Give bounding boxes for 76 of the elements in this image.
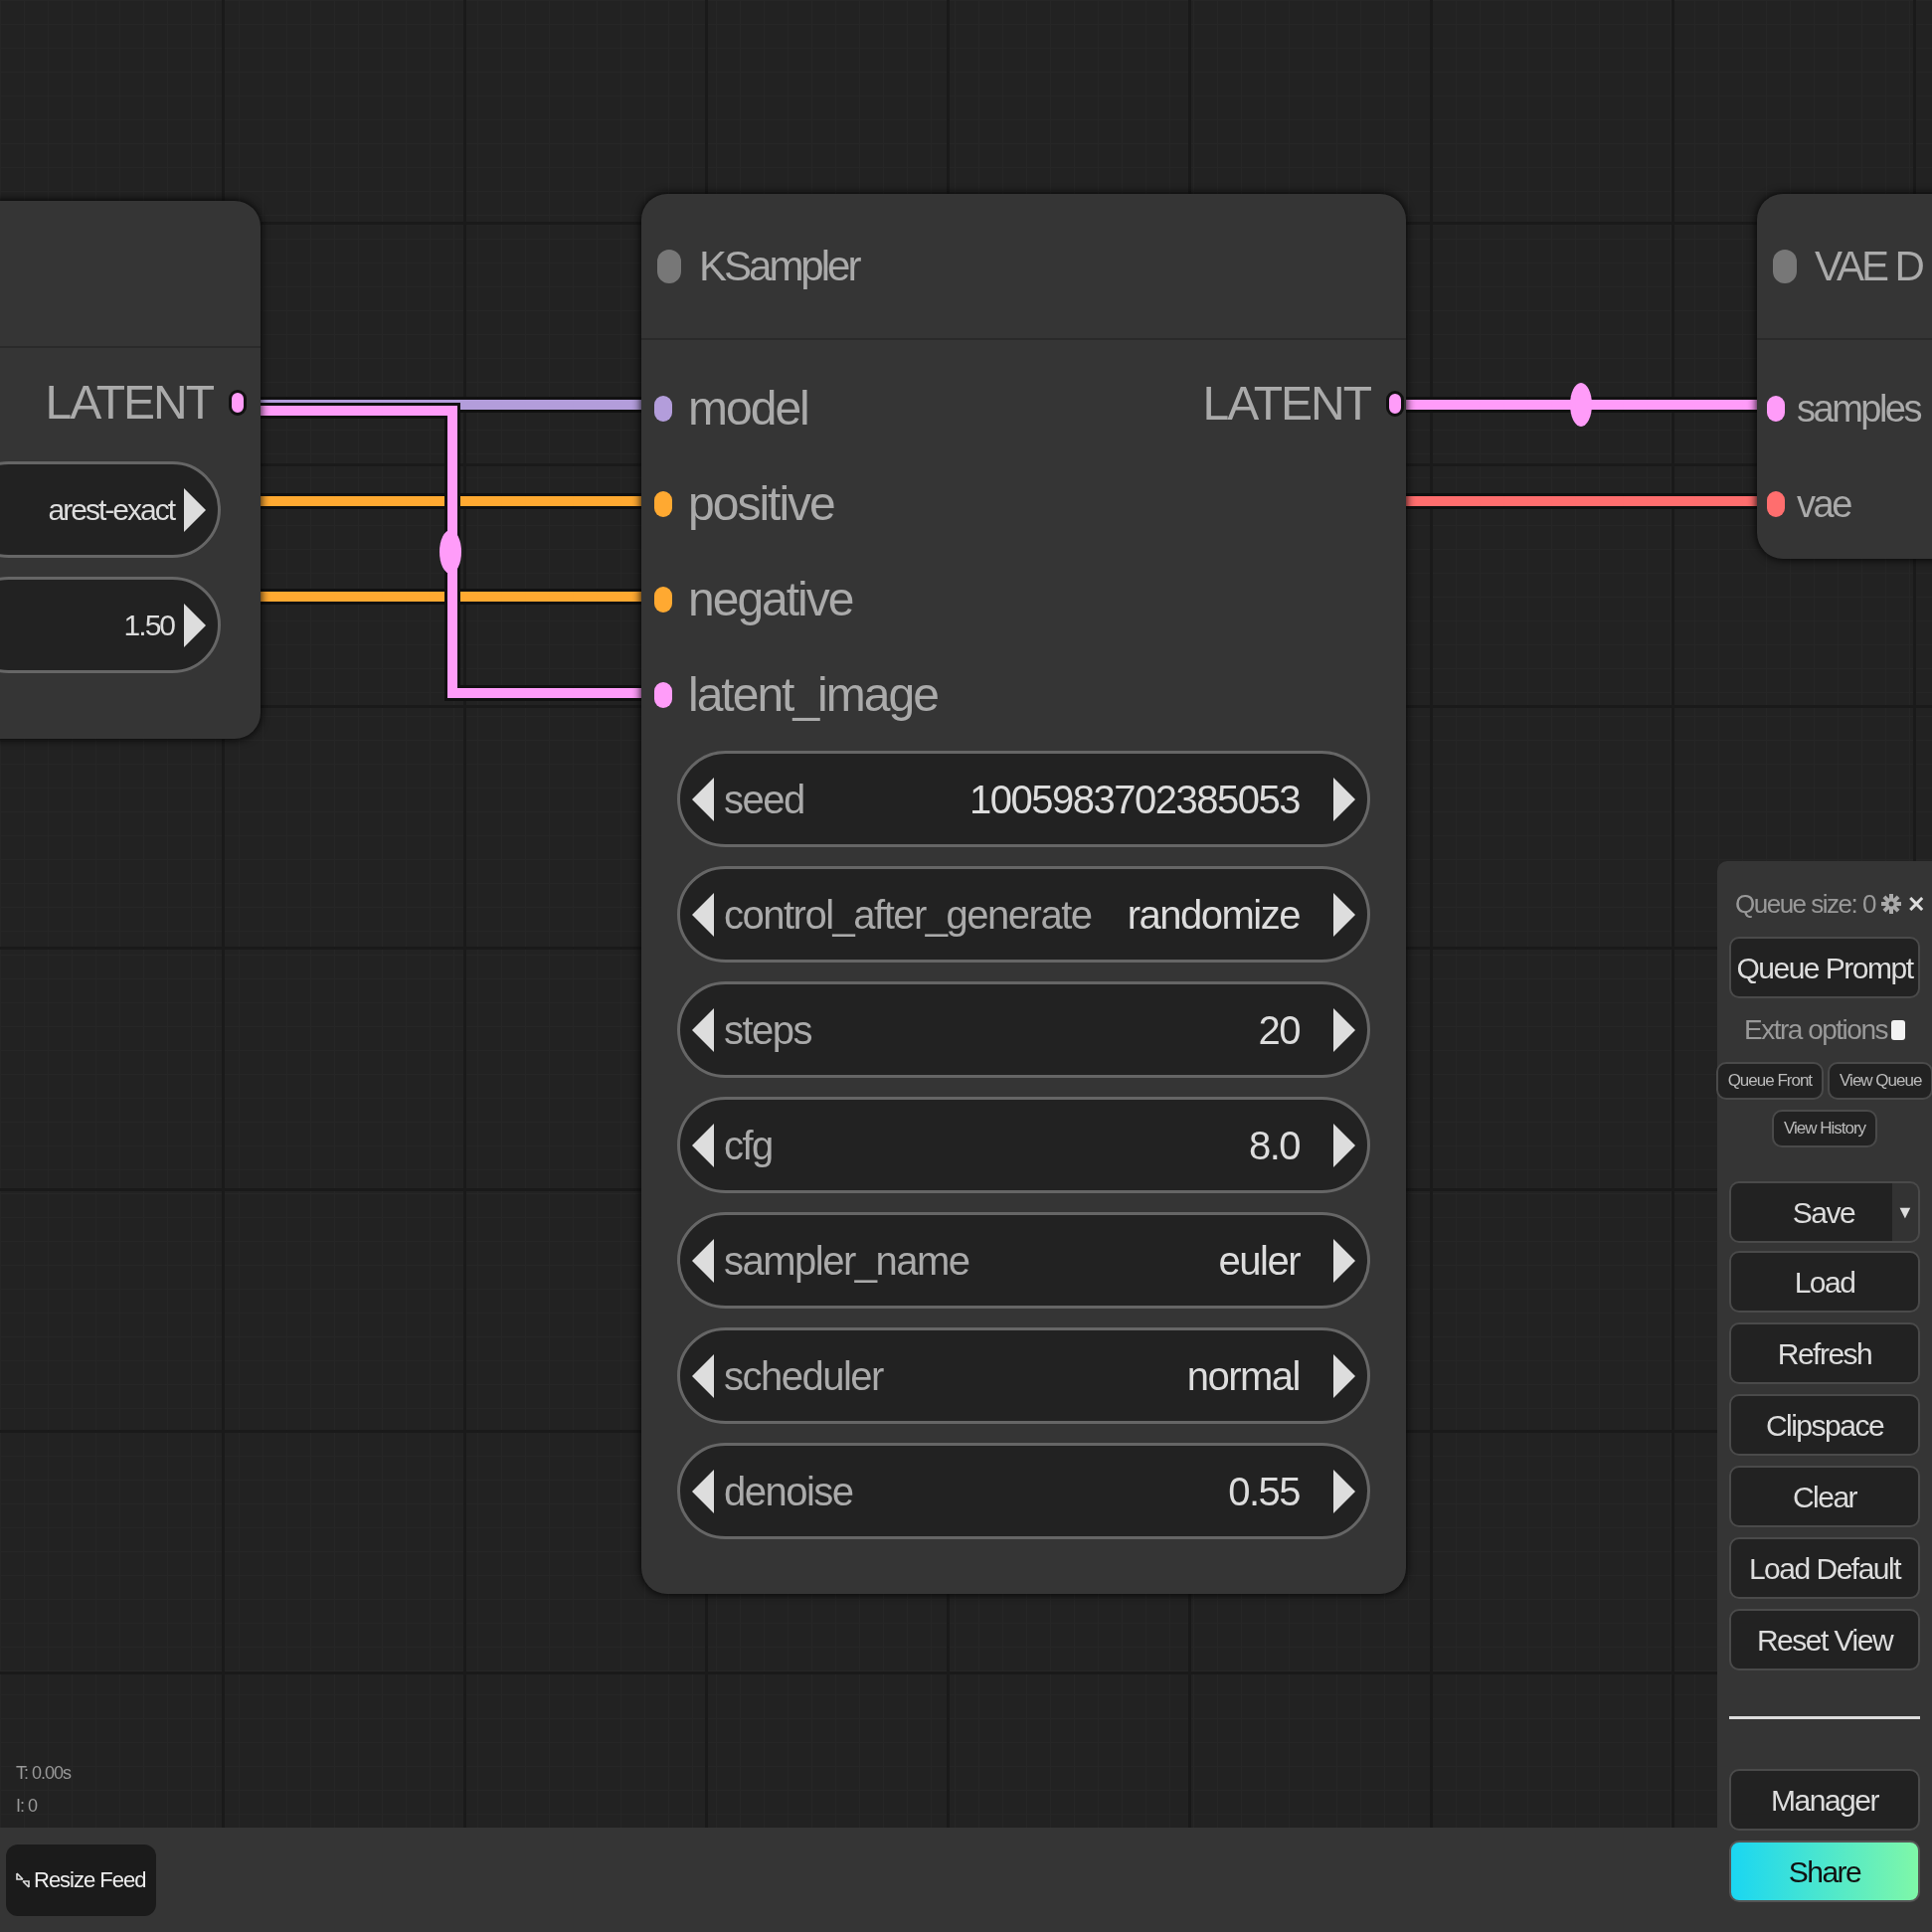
- node-title: KSampler: [699, 242, 859, 291]
- left-arrow-icon: [692, 1123, 714, 1167]
- widget-label: denoise: [724, 1468, 853, 1515]
- stats-text: I: 0: [16, 1795, 39, 1818]
- link-midpoint-dot[interactable]: [1570, 383, 1592, 427]
- left-arrow-icon: [692, 892, 714, 937]
- widget-label: seed: [724, 776, 804, 823]
- right-arrow-icon: [184, 487, 206, 532]
- widget-value: randomize: [1127, 891, 1300, 939]
- panel-button[interactable]: Load: [1729, 1251, 1920, 1313]
- left-arrow-icon: [692, 1238, 714, 1283]
- panel-button[interactable]: Load Default: [1729, 1537, 1920, 1599]
- left-arrow-icon: [692, 1353, 714, 1398]
- slot-label: vae: [1797, 481, 1850, 527]
- node-title: VAE D: [1815, 242, 1922, 291]
- right-arrow-icon: [1333, 1007, 1355, 1052]
- slot-label: positive: [688, 476, 834, 532]
- widget-value: 0.55: [1228, 1468, 1300, 1515]
- slot-label: samples: [1797, 386, 1920, 432]
- panel-button[interactable]: Clipspace: [1729, 1394, 1920, 1456]
- small-button[interactable]: Queue Front: [1715, 1062, 1825, 1100]
- resize-icon: [16, 1871, 30, 1888]
- widget-label: cfg: [724, 1122, 773, 1169]
- slot-label: LATENT: [1202, 376, 1370, 432]
- panel-button[interactable]: Reset View: [1729, 1609, 1920, 1670]
- widget-value: arest-exact: [48, 492, 174, 528]
- stats-text: T: 0.00s: [16, 1762, 72, 1785]
- panel-button[interactable]: Clear: [1729, 1466, 1920, 1527]
- slot-label: negative: [688, 572, 853, 627]
- extra-options-checkbox[interactable]: [1890, 1020, 1905, 1040]
- widget-label: sampler_name: [724, 1237, 969, 1285]
- left-arrow-icon: [692, 1007, 714, 1052]
- slot-label: LATENT: [45, 375, 213, 431]
- queue-prompt-button[interactable]: Queue Prompt: [1729, 937, 1920, 998]
- panel-button[interactable]: Refresh: [1729, 1322, 1920, 1384]
- widget-label: control_after_generate: [724, 891, 1092, 939]
- right-arrow-icon: [1333, 1123, 1355, 1167]
- settings-icon: [1880, 894, 1901, 914]
- right-arrow-icon: [184, 603, 206, 647]
- save-button[interactable]: Save: [1729, 1181, 1892, 1243]
- close-button[interactable]: ✕: [1906, 887, 1925, 921]
- slot-label: model: [688, 381, 808, 437]
- widget-value: 20: [1258, 1006, 1300, 1054]
- widget-field[interactable]: sampler_name euler: [677, 1212, 1370, 1309]
- small-button[interactable]: View Queue: [1828, 1062, 1932, 1100]
- slot-label: latent_image: [688, 667, 938, 723]
- widget-field[interactable]: steps 20: [677, 981, 1370, 1078]
- widget-label: scheduler: [724, 1352, 883, 1400]
- right-arrow-icon: [1333, 892, 1355, 937]
- widget-value: 1.50: [123, 608, 174, 643]
- extra-options-label: Extra options: [1744, 1013, 1887, 1047]
- widget-label: steps: [724, 1006, 812, 1054]
- left-arrow-icon: [692, 1469, 714, 1513]
- widget-value: euler: [1218, 1237, 1300, 1285]
- widget-value: 8.0: [1248, 1122, 1300, 1169]
- queue-size-text: Queue size: 0: [1735, 887, 1875, 921]
- manager-button[interactable]: Manager: [1729, 1769, 1920, 1831]
- small-button[interactable]: View History: [1771, 1110, 1878, 1147]
- widget-value: normal: [1186, 1352, 1300, 1400]
- resize-feed-button[interactable]: Resize Feed: [6, 1844, 156, 1916]
- widget-value: 1005983702385053: [969, 776, 1300, 823]
- widget-field[interactable]: scheduler normal: [677, 1327, 1370, 1424]
- left-arrow-icon: [692, 777, 714, 821]
- right-arrow-icon: [1333, 1238, 1355, 1283]
- widget-field[interactable]: control_after_generate randomize: [677, 866, 1370, 963]
- widget-field[interactable]: 1.50: [0, 577, 221, 673]
- right-arrow-icon: [1333, 777, 1355, 821]
- right-arrow-icon: [1333, 1469, 1355, 1513]
- widget-field[interactable]: cfg 8.0: [677, 1097, 1370, 1193]
- save-menu-button[interactable]: ▼: [1892, 1181, 1920, 1243]
- widget-field[interactable]: arest-exact: [0, 461, 221, 558]
- widget-field[interactable]: denoise 0.55: [677, 1443, 1370, 1539]
- right-arrow-icon: [1333, 1353, 1355, 1398]
- share-button[interactable]: Share: [1729, 1841, 1920, 1902]
- widget-field[interactable]: seed 1005983702385053: [677, 751, 1370, 847]
- link-midpoint-dot[interactable]: [439, 530, 461, 574]
